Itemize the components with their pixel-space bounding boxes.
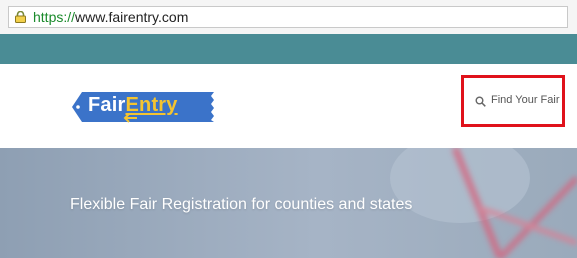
find-your-fair-label: Find Your Fair [491,94,560,106]
find-your-fair-button[interactable]: Find Your Fair [461,75,565,127]
url-host: www.fairentry.com [75,9,189,25]
url-text: https://www.fairentry.com [33,9,188,25]
logo-word-fair: Fair [88,94,126,116]
hero-banner: Flexible Fair Registration for counties … [0,148,577,258]
lock-icon [15,11,26,23]
search-icon [475,96,486,107]
site-header: FairEntry Find Your Fair [0,64,577,148]
top-nav-strip [0,34,577,64]
url-scheme: https:// [33,9,76,25]
logo-arrow-icon [123,113,137,123]
hero-tagline: Flexible Fair Registration for counties … [70,196,413,213]
browser-address-bar: https://www.fairentry.com [0,0,577,35]
fairentry-logo[interactable]: FairEntry [70,90,220,124]
url-field[interactable]: https://www.fairentry.com [8,6,568,28]
